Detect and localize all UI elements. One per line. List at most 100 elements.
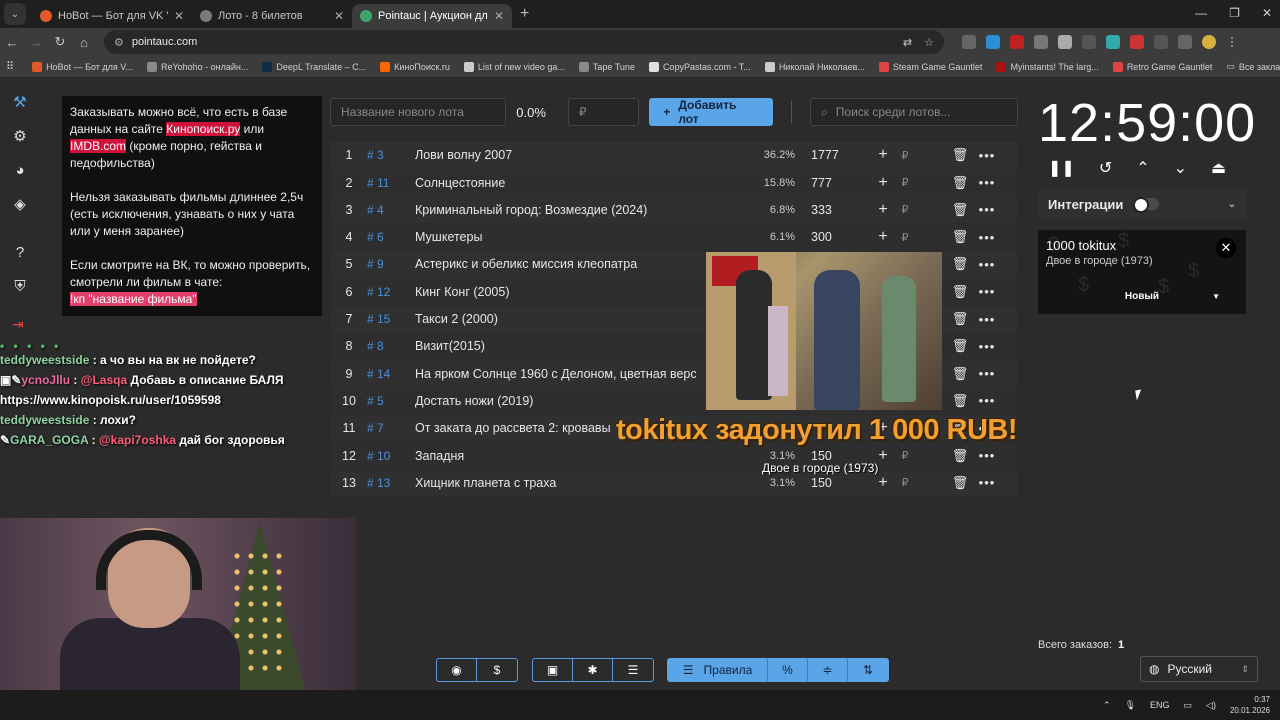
lot-row[interactable]: 1 # 3 Лови волну 2007 36.2% 1777 + ₽ 🗑 ••• bbox=[331, 142, 1017, 169]
extension-icon[interactable] bbox=[1154, 35, 1168, 49]
rules-button[interactable]: ☰ Правила bbox=[668, 659, 768, 681]
bookmark-item[interactable]: КиноПоиск.ru bbox=[380, 61, 450, 72]
lot-id[interactable]: # 7 bbox=[367, 421, 415, 435]
more-options-icon[interactable]: ••• bbox=[971, 475, 1003, 490]
bookmark-item[interactable]: HoBot — Бот для V... bbox=[32, 61, 133, 72]
more-options-icon[interactable]: ••• bbox=[971, 230, 1003, 245]
lot-name[interactable]: Лови волну 2007 bbox=[415, 148, 745, 162]
logout-icon[interactable]: ⇥ bbox=[12, 316, 24, 333]
chevron-down-icon[interactable]: ⌄ bbox=[1174, 158, 1187, 178]
translate-icon[interactable]: ⇄ bbox=[903, 36, 912, 49]
more-options-icon[interactable]: ••• bbox=[971, 339, 1003, 354]
delete-icon[interactable]: 🗑 bbox=[949, 393, 971, 409]
lot-row[interactable]: 13 # 13 Хищник планета с траха 3.1% 150 + ₽ 🗑 ••… bbox=[331, 469, 1017, 497]
clear-icon[interactable]: ☰ bbox=[613, 659, 653, 681]
extension-icon[interactable] bbox=[962, 35, 976, 49]
lot-name[interactable]: Такси 2 (2000) bbox=[415, 312, 745, 326]
lot-name[interactable]: Достать ножи (2019) bbox=[415, 394, 745, 408]
url-field[interactable]: ⚙ pointauc.com ⇄ ☆ bbox=[104, 30, 944, 54]
delete-icon[interactable]: 🗑 bbox=[949, 229, 971, 245]
bookmark-item[interactable]: Николай Николаев... bbox=[764, 61, 865, 72]
delete-icon[interactable]: 🗑 bbox=[949, 202, 971, 218]
bookmark-item[interactable]: List of new video ga... bbox=[463, 61, 565, 72]
more-options-icon[interactable]: ••• bbox=[971, 284, 1003, 299]
delete-icon[interactable]: 🗑 bbox=[949, 366, 971, 382]
integrations-panel[interactable]: Интеграции ⌄ bbox=[1038, 188, 1246, 220]
kinopoisk-link[interactable]: Кинопоиск.ру bbox=[166, 122, 241, 136]
reload-icon[interactable]: ↻ bbox=[48, 34, 72, 50]
extension-icon[interactable] bbox=[1130, 35, 1144, 49]
add-amount-icon[interactable]: + bbox=[871, 201, 895, 219]
microphone-icon[interactable]: 🎙 bbox=[1125, 700, 1136, 711]
shield-icon[interactable]: ⛨ bbox=[10, 276, 30, 296]
lot-name[interactable]: Солнцестояние bbox=[415, 176, 745, 190]
bookmark-item[interactable]: DeepL Translate – C... bbox=[262, 61, 366, 72]
tab-loto[interactable]: Лото - 8 билетов ✕ bbox=[192, 4, 352, 28]
tab-search-button[interactable]: ⌄ bbox=[4, 3, 26, 25]
more-options-icon[interactable]: ••• bbox=[971, 148, 1003, 163]
lot-row[interactable]: 3 # 4 Криминальный город: Возмездие (2024)… bbox=[331, 196, 1017, 224]
extension-icon[interactable] bbox=[1034, 35, 1048, 49]
more-options-icon[interactable]: ••• bbox=[971, 393, 1003, 408]
more-options-icon[interactable]: ••• bbox=[971, 448, 1003, 463]
add-amount-icon[interactable]: + bbox=[871, 228, 895, 246]
add-amount-icon[interactable]: + bbox=[871, 474, 895, 492]
percent-icon[interactable]: % bbox=[768, 659, 808, 681]
forward-icon[interactable]: → bbox=[24, 35, 48, 50]
lot-row[interactable]: 2 # 11 Солнцестояние 15.8% 777 + ₽ 🗑 ••• bbox=[331, 169, 1017, 196]
github-icon[interactable]: ◉ bbox=[437, 659, 477, 681]
lot-name[interactable]: Хищник планета с траха bbox=[415, 476, 745, 490]
bookmark-item[interactable]: Steam Game Gauntlet bbox=[878, 61, 982, 72]
lot-name[interactable]: Криминальный город: Возмездие (2024) bbox=[415, 203, 745, 217]
lot-amount[interactable]: 300 bbox=[795, 230, 871, 244]
new-lot-amount-input[interactable]: ₽ bbox=[567, 98, 640, 126]
lot-id[interactable]: # 12 bbox=[367, 285, 415, 299]
avatar[interactable] bbox=[1202, 35, 1216, 49]
search-lots-input[interactable]: ⌕ Поиск среди лотов... bbox=[810, 98, 1018, 126]
settings-icon[interactable]: ⚙ bbox=[10, 126, 30, 146]
bug-icon[interactable]: ✱ bbox=[573, 659, 613, 681]
delete-icon[interactable]: 🗑 bbox=[949, 475, 971, 491]
sort-icon[interactable]: ⇅ bbox=[848, 659, 888, 681]
bookmark-item[interactable]: Tape Tune bbox=[578, 61, 635, 72]
lot-id[interactable]: # 11 bbox=[367, 176, 415, 190]
auction-hammer-icon[interactable]: ⚒ bbox=[10, 92, 30, 112]
save-icon[interactable]: ▣ bbox=[533, 659, 573, 681]
bookmark-item[interactable]: Retro Game Gauntlet bbox=[1112, 61, 1212, 72]
lot-row[interactable]: 4 # 6 Мушкетеры 6.1% 300 + ₽ 🗑 ••• bbox=[331, 223, 1017, 251]
bookmark-item[interactable]: CopyPastas.com - T... bbox=[648, 61, 751, 72]
home-icon[interactable]: ⌂ bbox=[72, 35, 96, 50]
layers-icon[interactable]: ◈ bbox=[10, 194, 30, 214]
extension-icon[interactable] bbox=[1058, 35, 1072, 49]
lot-amount[interactable]: 1777 bbox=[795, 148, 871, 162]
tab-hobot[interactable]: HoBot — Бот для VK Video Live ✕ bbox=[32, 4, 192, 28]
lot-id[interactable]: # 4 bbox=[367, 203, 415, 217]
donate-icon[interactable]: $ bbox=[477, 659, 517, 681]
site-info-icon[interactable]: ⚙ bbox=[114, 36, 124, 49]
lot-id[interactable]: # 5 bbox=[367, 394, 415, 408]
lot-name[interactable]: Западня bbox=[415, 449, 745, 463]
pause-icon[interactable]: ❚❚ bbox=[1048, 158, 1075, 178]
restore-icon[interactable]: ❐ bbox=[1229, 6, 1240, 20]
more-options-icon[interactable]: ••• bbox=[971, 312, 1003, 327]
lot-id[interactable]: # 8 bbox=[367, 339, 415, 353]
lot-id[interactable]: # 6 bbox=[367, 230, 415, 244]
apps-icon[interactable]: ⠿ bbox=[6, 60, 14, 73]
reset-icon[interactable]: ↺ bbox=[1099, 158, 1112, 178]
new-lot-name-input[interactable]: Название нового лота bbox=[330, 98, 507, 126]
lot-name[interactable]: Кинг Конг (2005) bbox=[415, 285, 745, 299]
help-icon[interactable]: ? bbox=[10, 242, 30, 262]
bookmark-item[interactable]: Myinstants! The larg... bbox=[996, 61, 1099, 72]
all-bookmarks[interactable]: ▭Все закладки bbox=[1226, 61, 1280, 72]
chevron-down-icon[interactable]: ⌄ bbox=[1228, 199, 1236, 210]
lot-id[interactable]: # 15 bbox=[367, 312, 415, 326]
delete-icon[interactable]: 🗑 bbox=[949, 147, 971, 163]
add-amount-icon[interactable]: + bbox=[871, 146, 895, 164]
tab-pointauc[interactable]: Pointauc | Аукцион для стримов ✕ bbox=[352, 4, 512, 28]
close-tab-icon[interactable]: ✕ bbox=[174, 9, 184, 23]
more-options-icon[interactable]: ••• bbox=[971, 257, 1003, 272]
close-tab-icon[interactable]: ✕ bbox=[334, 9, 344, 23]
extension-icon[interactable] bbox=[1106, 35, 1120, 49]
imdb-link[interactable]: IMDB.com bbox=[70, 139, 127, 153]
volume-icon[interactable]: ◁) bbox=[1206, 700, 1216, 711]
